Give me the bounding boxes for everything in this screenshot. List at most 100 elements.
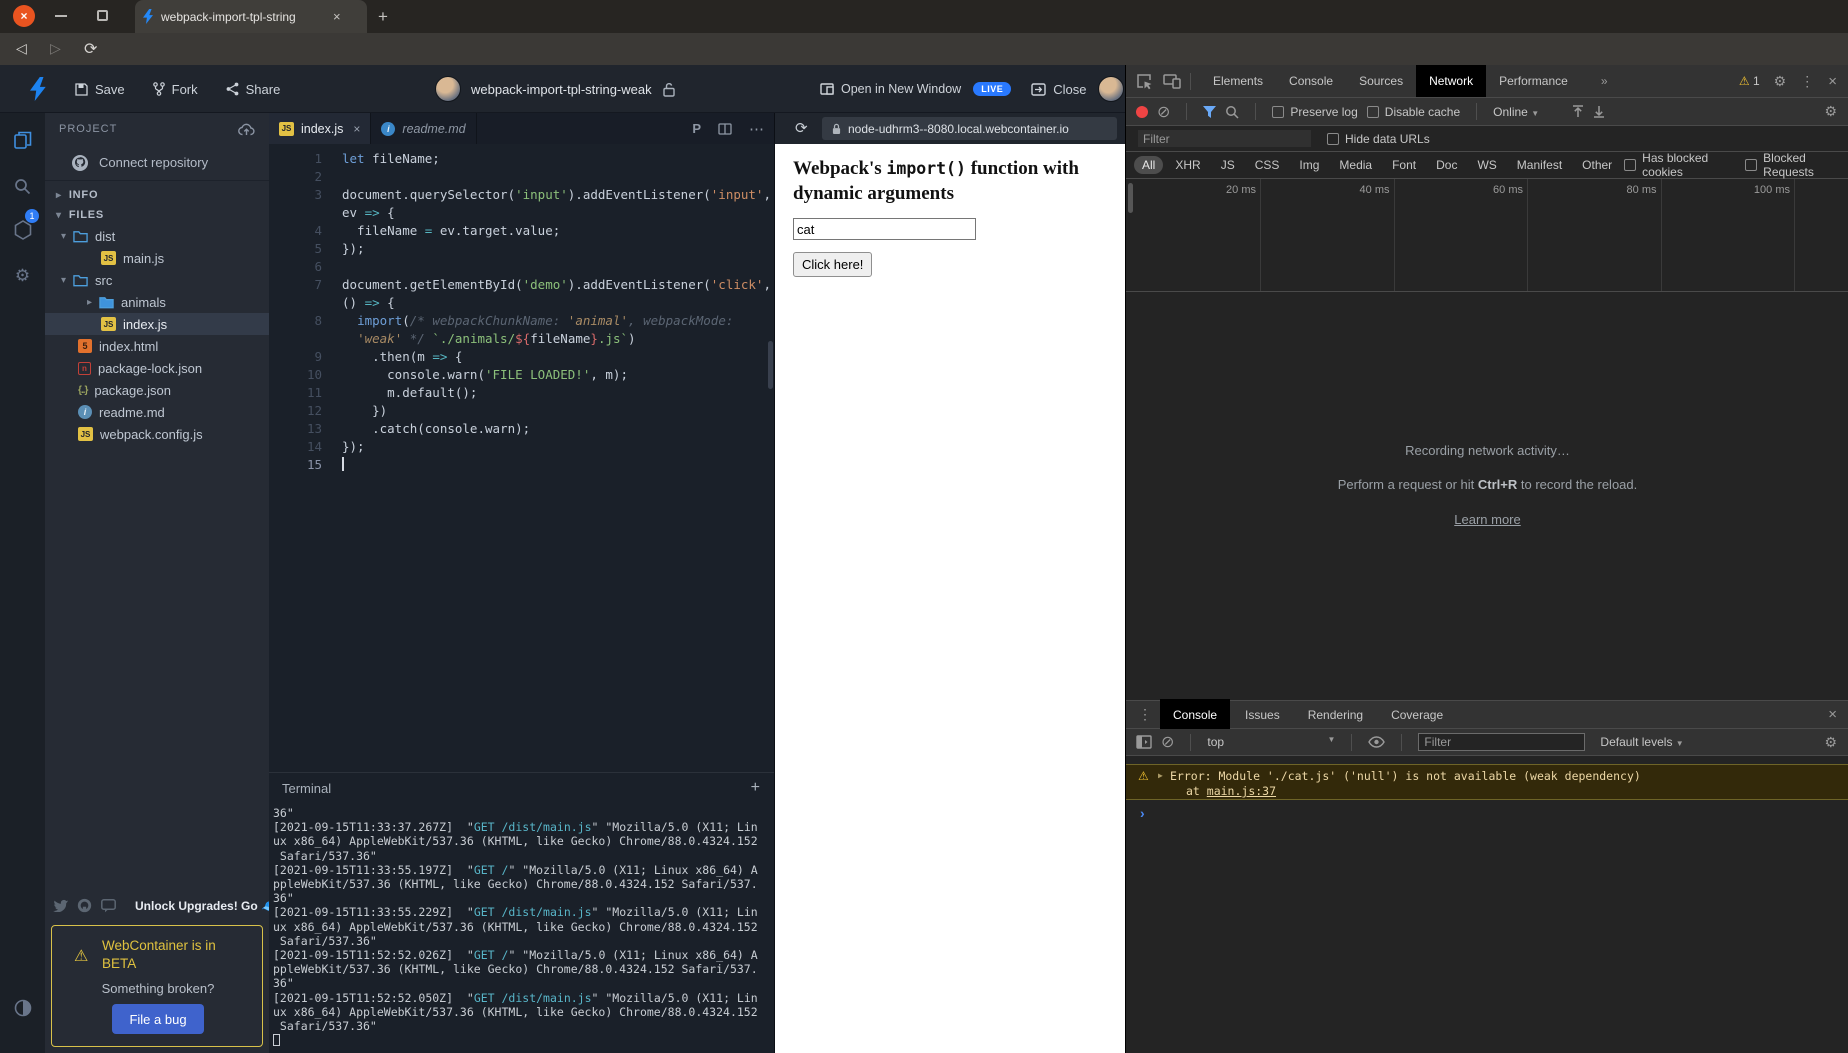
more-tabs-icon[interactable]: »	[1601, 74, 1608, 88]
console-clear-icon[interactable]: ⊘	[1161, 732, 1174, 752]
share-button[interactable]: Share	[226, 82, 280, 97]
tab-index-js[interactable]: JS index.js ×	[269, 113, 372, 144]
window-minimize-button[interactable]	[55, 15, 67, 17]
preview-reload-icon[interactable]: ⟳	[795, 119, 808, 137]
new-tab-button[interactable]: +	[378, 7, 388, 27]
stackblitz-logo[interactable]	[30, 77, 47, 101]
console-sidebar-toggle-icon[interactable]	[1136, 735, 1152, 749]
disable-cache-checkbox[interactable]: Disable cache	[1366, 105, 1460, 119]
tab-close-icon[interactable]: ×	[333, 9, 341, 24]
unlock-icon[interactable]	[662, 82, 676, 97]
code-editor[interactable]: 1 let fileName; 2 3 document.querySelector('…	[269, 150, 774, 474]
file-tree-item-index.js[interactable]: JS index.js	[45, 313, 269, 335]
user-avatar[interactable]	[1098, 76, 1125, 102]
drawer-menu-kebab-icon[interactable]: ⋮	[1138, 706, 1152, 723]
click-here-button[interactable]: Click here!	[793, 252, 873, 277]
type-filter-other[interactable]: Other	[1574, 156, 1620, 174]
network-search-icon[interactable]	[1225, 105, 1239, 119]
devtools-tab-performance[interactable]: Performance	[1486, 65, 1581, 97]
tab-close-icon[interactable]: ×	[353, 122, 360, 136]
type-filter-all[interactable]: All	[1134, 156, 1164, 174]
type-filter-xhr[interactable]: XHR	[1167, 156, 1208, 174]
type-filter-js[interactable]: JS	[1213, 156, 1243, 174]
drawer-tab-coverage[interactable]: Coverage	[1378, 699, 1456, 731]
deploy-hexagon-icon[interactable]: 1	[0, 209, 45, 247]
inspect-element-icon[interactable]	[1136, 73, 1153, 90]
file-tree-item-main.js[interactable]: JS main.js	[45, 247, 269, 269]
files-panel-icon[interactable]	[0, 123, 45, 157]
forward-icon[interactable]: ▷	[50, 40, 61, 57]
back-icon[interactable]: ◁	[16, 40, 27, 57]
drawer-tab-console[interactable]: Console	[1160, 698, 1231, 731]
has-blocked-cookies-checkbox[interactable]: Has blocked cookies	[1624, 151, 1731, 179]
preserve-log-checkbox[interactable]: Preserve log	[1272, 105, 1358, 119]
expand-triangle-icon[interactable]: ▶	[1158, 771, 1163, 780]
type-filter-ws[interactable]: WS	[1469, 156, 1504, 174]
type-filter-manifest[interactable]: Manifest	[1509, 156, 1570, 174]
file-tree-item-webpack.config.js[interactable]: JS webpack.config.js	[45, 423, 269, 445]
type-filter-media[interactable]: Media	[1331, 156, 1380, 174]
open-in-new-window-button[interactable]: Open in New Window	[820, 82, 961, 96]
drawer-tab-rendering[interactable]: Rendering	[1295, 699, 1376, 731]
type-filter-doc[interactable]: Doc	[1428, 156, 1465, 174]
twitter-icon[interactable]	[53, 899, 68, 913]
devtools-tab-console[interactable]: Console	[1276, 65, 1346, 97]
tab-readme-md[interactable]: i readme.md	[371, 113, 477, 144]
devtools-menu-kebab-icon[interactable]: ⋮	[1800, 73, 1814, 90]
devtools-settings-gear-icon[interactable]: ⚙	[1774, 73, 1787, 90]
record-icon[interactable]	[1136, 105, 1148, 118]
terminal-output[interactable]: 36" [2021-09-15T11:33:37.267Z] "GET /dist…	[273, 806, 771, 1047]
settings-gear-icon[interactable]: ⚙	[0, 259, 45, 293]
type-filter-css[interactable]: CSS	[1247, 156, 1288, 174]
network-filter-input[interactable]	[1138, 130, 1311, 147]
unlock-upgrades-link[interactable]: Unlock Upgrades! Go 🧢🚀	[135, 899, 291, 913]
device-toolbar-icon[interactable]	[1163, 73, 1181, 89]
network-settings-gear-icon[interactable]: ⚙	[1824, 103, 1837, 120]
type-filter-font[interactable]: Font	[1384, 156, 1424, 174]
project-owner-avatar[interactable]	[435, 76, 461, 102]
window-close-button[interactable]: ×	[13, 5, 35, 27]
theme-contrast-icon[interactable]	[0, 991, 45, 1025]
devtools-tab-elements[interactable]: Elements	[1200, 65, 1276, 97]
blocked-requests-checkbox[interactable]: Blocked Requests	[1745, 151, 1841, 179]
terminal-add-icon[interactable]: +	[751, 779, 760, 797]
close-preview-button[interactable]: Close	[1031, 82, 1086, 97]
devtools-close-icon[interactable]: ×	[1828, 73, 1837, 90]
context-select[interactable]: top ▼	[1207, 735, 1335, 749]
devtools-tab-sources[interactable]: Sources	[1346, 65, 1416, 97]
preview-url-bar[interactable]: node-udhrm3--8080.local.webcontainer.io	[822, 117, 1117, 140]
export-har-icon[interactable]	[1593, 105, 1605, 118]
chat-icon[interactable]	[101, 898, 116, 913]
github-footer-icon[interactable]	[77, 898, 92, 913]
split-editor-icon[interactable]	[718, 122, 732, 135]
cloud-upload-icon[interactable]	[238, 123, 255, 136]
file-a-bug-button[interactable]: File a bug	[112, 1004, 204, 1034]
file-tree-item-dist[interactable]: ▾ dist	[45, 225, 269, 247]
window-restore-button[interactable]	[97, 10, 108, 21]
network-timeline[interactable]: 20 ms 40 ms 60 ms 80 ms 100 ms	[1126, 179, 1848, 292]
clear-icon[interactable]: ⊘	[1157, 102, 1170, 122]
files-section-header[interactable]: ▾ FILES	[45, 203, 269, 227]
filename-input[interactable]	[793, 218, 976, 240]
file-tree-item-animals[interactable]: ▸ animals	[45, 291, 269, 313]
throttling-select[interactable]: Online ▼	[1493, 105, 1539, 119]
console-prompt-icon[interactable]: ›	[1140, 805, 1145, 821]
import-har-icon[interactable]	[1572, 105, 1584, 118]
prettier-icon[interactable]: P	[692, 121, 701, 136]
issues-warning-badge[interactable]: ⚠ 1	[1739, 74, 1760, 88]
drawer-tab-issues[interactable]: Issues	[1232, 699, 1293, 731]
learn-more-link[interactable]: Learn more	[1454, 512, 1520, 527]
log-levels-select[interactable]: Default levels ▼	[1600, 735, 1683, 749]
file-tree-item-package.json[interactable]: {..} package.json	[45, 379, 269, 401]
source-link[interactable]: main.js:37	[1207, 784, 1276, 798]
save-button[interactable]: Save	[75, 82, 125, 97]
hide-data-urls-checkbox[interactable]: Hide data URLs	[1327, 132, 1430, 146]
browser-tab[interactable]: webpack-import-tpl-string ×	[135, 0, 367, 33]
file-tree-item-readme.md[interactable]: i readme.md	[45, 401, 269, 423]
fork-button[interactable]: Fork	[152, 82, 198, 97]
filter-funnel-icon[interactable]	[1203, 105, 1217, 118]
search-icon[interactable]	[0, 169, 45, 203]
live-expression-eye-icon[interactable]	[1368, 736, 1386, 748]
devtools-tab-network[interactable]: Network	[1416, 65, 1487, 97]
type-filter-img[interactable]: Img	[1291, 156, 1327, 174]
